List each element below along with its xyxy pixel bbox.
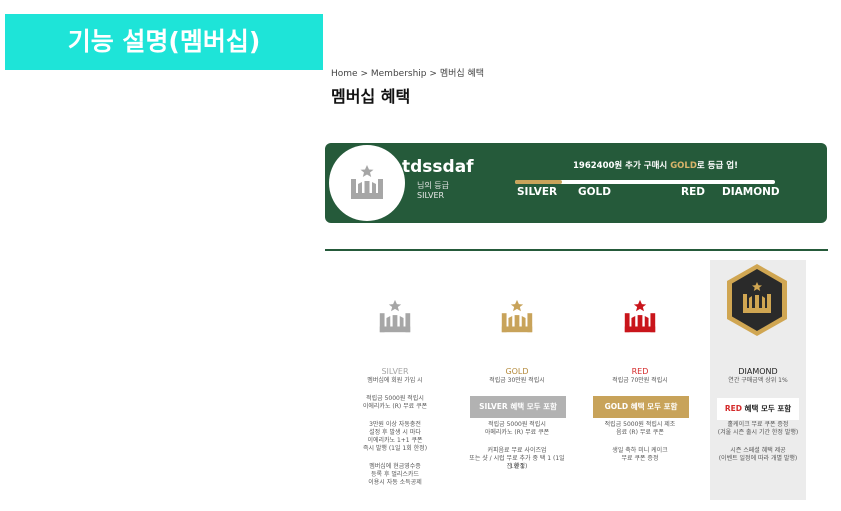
level-silver: SILVER xyxy=(517,186,558,198)
membership-status-card: tdssdaf 님의 등급 SILVER 1962400원 추가 구매시 GOL… xyxy=(325,143,827,223)
tier-name: SILVER xyxy=(381,367,409,376)
tier-benefit: 무료 쿠폰 증정 xyxy=(621,455,659,462)
breadcrumb-membership-link[interactable]: Membership xyxy=(371,69,427,79)
tier-benefit: 이에리카노 1+1 쿠폰 xyxy=(367,437,423,444)
level-red: RED xyxy=(681,186,705,198)
silver-crown-icon xyxy=(379,299,411,333)
breadcrumb: Home > Membership > 멤버십 혜택 xyxy=(331,66,484,79)
tier-condition: 연간 구매금액 상위 1% xyxy=(728,377,788,384)
feature-description-tag: 기능 설명(멤버십) xyxy=(5,14,323,70)
breadcrumb-home-link[interactable]: Home xyxy=(331,69,358,79)
tier-name: RED xyxy=(631,367,649,376)
gold-benefits-included-badge: GOLD 혜택 모두 포함 xyxy=(593,396,689,418)
upgrade-grade: GOLD xyxy=(670,161,697,171)
page-title: 멤버십 혜택 xyxy=(331,87,411,106)
diamond-badge-icon xyxy=(727,264,787,336)
grade-label: 님의 등급 xyxy=(417,181,449,190)
tier-benefit: (이벤트 일정에 따라 개별 발행) xyxy=(718,455,798,462)
tier-name: GOLD xyxy=(505,367,529,376)
tier-benefit: 적립금 5000원 적립시 xyxy=(366,395,424,402)
grade-progress-fill xyxy=(515,180,562,184)
tier-benefit: 적립금 5000원 적립시 제조 xyxy=(604,421,676,428)
tier-benefit: 시즌 스페셜 혜택 제공 xyxy=(730,447,786,454)
tier-benefit: 생일 축하 미니 케이크 xyxy=(612,447,668,454)
tier-benefit: 이용시 자동 소득공제 xyxy=(368,479,422,486)
tier-condition: 적립금 70만원 적립시 xyxy=(612,377,668,384)
red-label: RED xyxy=(724,404,742,413)
upgrade-message: 1962400원 추가 구매시 GOLD로 등급 업! xyxy=(573,159,738,171)
tier-benefit: 홀케이크 무료 쿠폰 증정 xyxy=(727,421,789,428)
grade-progress-bar xyxy=(515,180,775,184)
avatar xyxy=(329,145,405,221)
tier-benefit: 커피음료 무료 사이즈업 xyxy=(487,447,547,454)
tier-condition: 멤버십에 회원 가입 시 xyxy=(367,377,423,384)
tier-benefit: 음료 (R) 무료 쿠폰 xyxy=(616,429,664,436)
level-diamond: DIAMOND xyxy=(722,186,780,198)
tier-benefit: (겨울 시즌 출시 기간 한정 발행) xyxy=(717,429,799,436)
tier-benefit: 멤버십에 현금영수증 xyxy=(369,463,421,470)
tier-benefit: 등록 후 멀리스카드 xyxy=(371,471,419,478)
silver-crown-icon xyxy=(351,165,383,199)
breadcrumb-separator: > xyxy=(360,69,368,79)
includes-label: 혜택 모두 포함 xyxy=(741,404,792,413)
level-gold: GOLD xyxy=(578,186,611,198)
tier-benefit: 즉시 발행 (1일 1회 한정) xyxy=(362,445,428,452)
red-benefits-included-badge: RED 혜택 모두 포함 xyxy=(717,398,799,420)
current-grade: SILVER xyxy=(417,191,445,200)
red-crown-icon xyxy=(624,299,656,333)
username: tdssdaf xyxy=(402,157,474,177)
tier-name: DIAMOND xyxy=(738,367,778,376)
breadcrumb-separator: > xyxy=(429,69,437,79)
tier-benefit: 잔 한정) xyxy=(506,463,528,470)
tier-benefit: 설정 후 발생 시 마다 xyxy=(369,429,421,436)
tier-benefit: 적립금 5000원 적립시 xyxy=(488,421,546,428)
breadcrumb-current: 멤버십 혜택 xyxy=(439,69,485,79)
tier-condition: 적립금 30만원 적립시 xyxy=(489,377,545,384)
gold-crown-icon xyxy=(501,299,533,333)
silver-benefits-included-badge: SILVER 혜택 모두 포함 xyxy=(470,396,566,418)
upgrade-suffix: 로 등급 업! xyxy=(696,161,738,171)
section-divider xyxy=(325,249,828,251)
tier-benefit: 아메리카노 (R) 무료 쿠폰 xyxy=(484,429,550,436)
upgrade-amount-text: 1962400원 추가 구매시 xyxy=(573,161,671,171)
tier-benefit: 3만원 이상 자동충전 xyxy=(369,421,421,428)
tier-benefit: 이에리카노 (R) 무료 쿠폰 xyxy=(362,403,428,410)
